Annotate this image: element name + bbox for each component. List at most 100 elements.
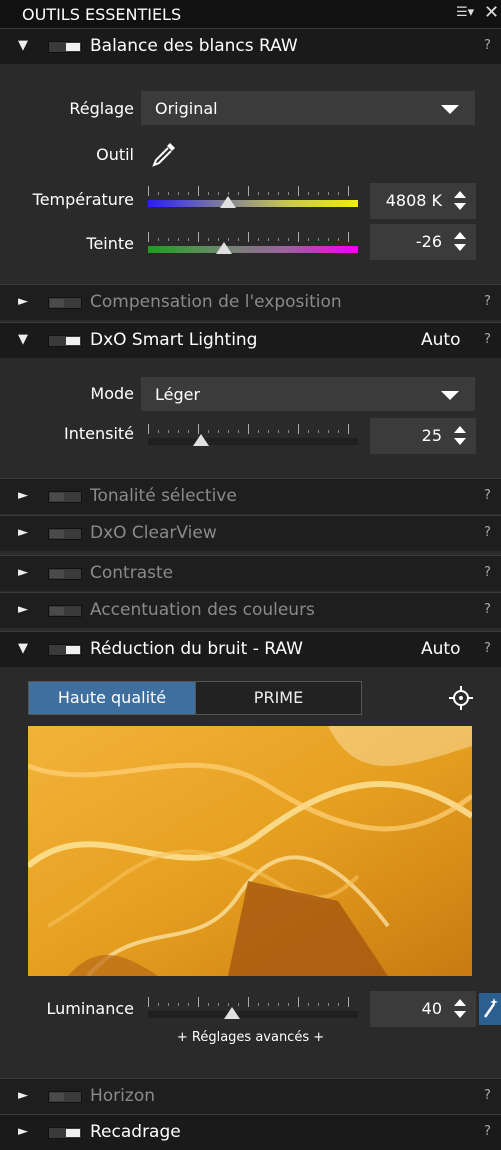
auto-button[interactable]: Auto: [421, 639, 460, 659]
panel-menu-icon[interactable]: ☰▾: [456, 5, 474, 20]
tab-prime[interactable]: PRIME: [195, 682, 361, 714]
expand-arrow-icon[interactable]: ▼: [18, 641, 28, 656]
help-icon[interactable]: ?: [484, 294, 491, 309]
teinte-spinbox[interactable]: -26: [370, 224, 476, 260]
crosshair-icon[interactable]: [449, 686, 473, 710]
temperature-spinbox[interactable]: 4808 K: [370, 183, 476, 219]
enable-toggle[interactable]: [48, 297, 82, 309]
expand-arrow-icon[interactable]: ►: [18, 602, 28, 617]
help-icon[interactable]: ?: [484, 602, 491, 617]
section-accentuation-header[interactable]: ► Accentuation des couleurs ?: [0, 592, 501, 628]
help-icon[interactable]: ?: [484, 1124, 491, 1139]
slider-tick: [258, 1003, 259, 1006]
slider-tick: [328, 238, 329, 241]
enable-toggle[interactable]: [48, 335, 82, 347]
help-icon[interactable]: ?: [484, 1088, 491, 1103]
section-exposure-header[interactable]: ► Compensation de l'exposition ?: [0, 284, 501, 320]
decrement-icon[interactable]: [454, 203, 466, 210]
noise-preview-image[interactable]: [28, 726, 472, 976]
advanced-settings-link[interactable]: + Réglages avancés +: [0, 1030, 501, 1045]
close-icon[interactable]: ✕: [484, 2, 499, 23]
section-smart-lighting-header[interactable]: ▼ DxO Smart Lighting Auto ?: [0, 322, 501, 358]
enable-toggle[interactable]: [48, 1127, 82, 1139]
slider-thumb[interactable]: [192, 434, 209, 446]
slider-tick: [298, 186, 299, 196]
slider-tick: [148, 186, 149, 196]
decrement-icon[interactable]: [454, 438, 466, 445]
section-white-balance-header[interactable]: ▼ Balance des blancs RAW ?: [0, 28, 501, 64]
slider-tick: [218, 1003, 219, 1006]
magic-wand-icon[interactable]: [479, 993, 501, 1025]
enable-toggle[interactable]: [48, 605, 82, 617]
help-icon[interactable]: ?: [484, 525, 491, 540]
slider-tick: [158, 1003, 159, 1006]
slider-tick: [338, 238, 339, 241]
section-contraste-header[interactable]: ► Contraste ?: [0, 555, 501, 591]
section-clearview-header[interactable]: ► DxO ClearView ?: [0, 515, 501, 551]
help-icon[interactable]: ?: [484, 332, 491, 347]
slider-thumb[interactable]: [215, 242, 232, 254]
section-noise-header[interactable]: ▼ Réduction du bruit - RAW Auto ?: [0, 631, 501, 667]
slider-tick: [288, 1003, 289, 1006]
section-horizon-header[interactable]: ► Horizon ?: [0, 1078, 501, 1114]
slider-tick: [248, 424, 249, 434]
expand-arrow-icon[interactable]: ►: [18, 525, 28, 540]
teinte-label: Teinte: [86, 234, 134, 253]
temperature-slider[interactable]: [148, 182, 358, 212]
slider-tick: [168, 1003, 169, 1006]
intensite-spinbox[interactable]: 25: [370, 418, 476, 454]
luminance-spinbox[interactable]: 40: [370, 991, 476, 1027]
slider-tick: [158, 192, 159, 195]
luminance-slider[interactable]: [148, 993, 358, 1023]
slider-thumb[interactable]: [219, 196, 236, 208]
enable-toggle[interactable]: [48, 491, 82, 503]
help-icon[interactable]: ?: [484, 641, 491, 656]
section-tonalite-header[interactable]: ► Tonalité sélective ?: [0, 478, 501, 514]
slider-tick: [178, 238, 179, 241]
enable-toggle[interactable]: [48, 644, 82, 656]
slider-tick: [278, 192, 279, 195]
slider-tick: [288, 192, 289, 195]
expand-arrow-icon[interactable]: ►: [18, 488, 28, 503]
increment-icon[interactable]: [454, 426, 466, 433]
teinte-slider[interactable]: [148, 228, 358, 258]
slider-tick: [238, 1003, 239, 1006]
slider-thumb[interactable]: [224, 1007, 240, 1019]
tab-haute-qualite[interactable]: Haute qualité: [29, 682, 195, 714]
slider-tick: [238, 430, 239, 433]
help-icon[interactable]: ?: [484, 565, 491, 580]
slider-tick: [328, 192, 329, 195]
reglage-dropdown[interactable]: Original: [140, 90, 476, 126]
enable-toggle[interactable]: [48, 41, 82, 53]
slider-tick: [298, 424, 299, 434]
increment-icon[interactable]: [454, 191, 466, 198]
increment-icon[interactable]: [454, 999, 466, 1006]
slider-tick: [348, 424, 349, 434]
expand-arrow-icon[interactable]: ►: [18, 294, 28, 309]
temperature-track: [148, 200, 358, 207]
slider-tick: [338, 192, 339, 195]
enable-toggle[interactable]: [48, 1091, 82, 1103]
decrement-icon[interactable]: [454, 244, 466, 251]
slider-tick: [338, 430, 339, 433]
decrement-icon[interactable]: [454, 1011, 466, 1018]
help-icon[interactable]: ?: [484, 38, 491, 53]
mode-dropdown[interactable]: Léger: [140, 376, 476, 412]
expand-arrow-icon[interactable]: ►: [18, 565, 28, 580]
help-icon[interactable]: ?: [484, 488, 491, 503]
expand-arrow-icon[interactable]: ►: [18, 1088, 28, 1103]
expand-arrow-icon[interactable]: ►: [18, 1124, 28, 1139]
slider-tick: [248, 997, 249, 1007]
eyedropper-icon[interactable]: [150, 140, 178, 168]
enable-toggle[interactable]: [48, 568, 82, 580]
intensite-slider[interactable]: [148, 420, 358, 450]
increment-icon[interactable]: [454, 232, 466, 239]
slider-tick: [348, 186, 349, 196]
expand-arrow-icon[interactable]: ▼: [18, 38, 28, 53]
section-recadrage-header[interactable]: ► Recadrage ?: [0, 1114, 501, 1150]
enable-toggle[interactable]: [48, 528, 82, 540]
auto-button[interactable]: Auto: [421, 330, 460, 350]
expand-arrow-icon[interactable]: ▼: [18, 332, 28, 347]
slider-tick: [228, 238, 229, 241]
chevron-down-icon: [441, 105, 459, 114]
